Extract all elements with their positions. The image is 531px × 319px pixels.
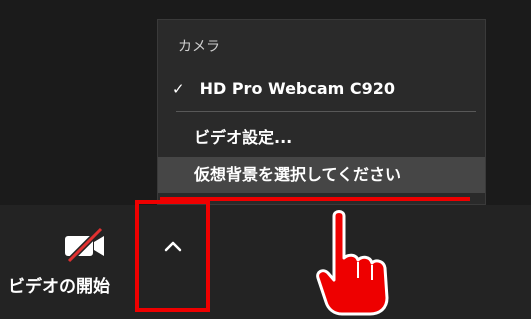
menu-item-virtual-background[interactable]: 仮想背景を選択してください	[158, 157, 485, 193]
chevron-up-icon[interactable]	[158, 234, 188, 256]
menu-item-video-settings[interactable]: ビデオ設定...	[158, 120, 485, 156]
zoom-meeting-screen: カメラ ✓ HD Pro Webcam C920 ビデオ設定... 仮想背景を選…	[0, 0, 531, 319]
camera-name-label: HD Pro Webcam C920	[199, 79, 396, 98]
camera-section-header: カメラ	[178, 39, 220, 55]
menu-item-camera-c920[interactable]: ✓ HD Pro Webcam C920	[158, 72, 485, 106]
pointing-hand-icon	[316, 210, 389, 316]
highlight-box	[135, 200, 210, 312]
menu-divider	[176, 111, 476, 112]
video-off-icon[interactable]	[63, 227, 109, 263]
checkmark-icon: ✓	[172, 80, 185, 98]
video-options-menu: カメラ ✓ HD Pro Webcam C920 ビデオ設定... 仮想背景を選…	[157, 19, 486, 205]
start-video-label[interactable]: ビデオの開始	[8, 272, 110, 297]
